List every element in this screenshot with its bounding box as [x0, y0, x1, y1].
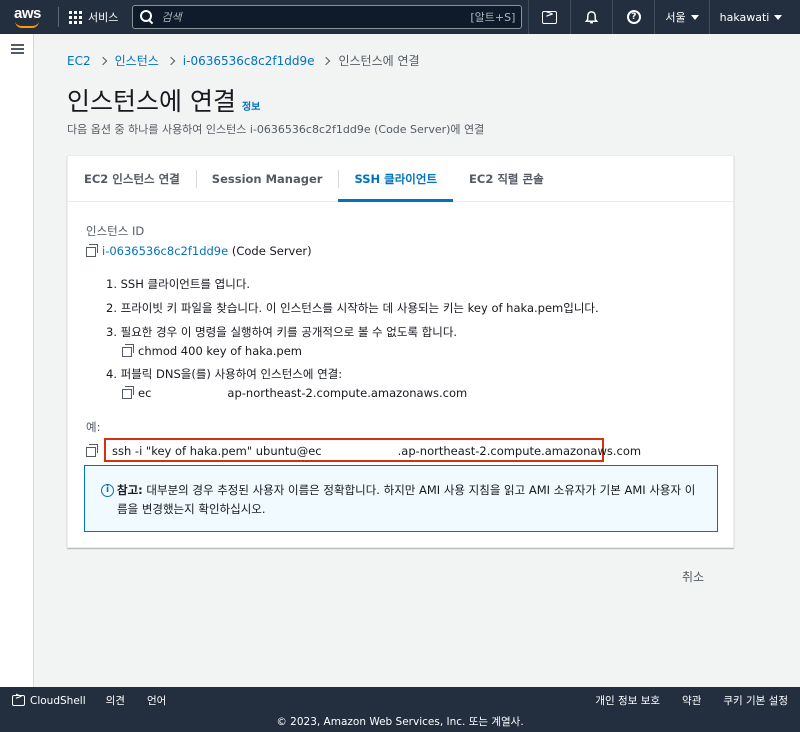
- chevron-right-icon: [322, 56, 331, 65]
- bell-icon: [585, 10, 599, 23]
- step-3: 3. 필요한 경우 이 명령을 실행하여 키를 공개적으로 볼 수 없도록 합니…: [106, 324, 717, 358]
- ssh-command-suffix: .ap-northeast-2.compute.amazonaws.com: [397, 444, 642, 458]
- connect-tabs: EC2 인스턴스 연결 Session Manager SSH 클라이언트 EC…: [68, 156, 733, 202]
- instructions-list: 1. SSH 클라이언트를 엽니다. 2. 프라이빗 키 파일을 찾습니다. 이…: [106, 276, 717, 400]
- hamburger-menu-icon[interactable]: [11, 44, 24, 54]
- chmod-command: chmod 400 key of haka.pem: [122, 344, 717, 358]
- cloudshell-icon: [12, 692, 25, 706]
- instance-name: (Code Server): [231, 244, 312, 258]
- search-box[interactable]: [알트+S]: [132, 5, 523, 29]
- footer-language-link[interactable]: 언어: [147, 693, 166, 708]
- ssh-client-content: 인스턴스 ID i-0636536c8c2f1dd9e (Code Server…: [86, 223, 717, 408]
- breadcrumb-instance-id[interactable]: i-0636536c8c2f1dd9e: [183, 54, 315, 68]
- page-title: 인스턴스에 연결 정보: [67, 82, 260, 118]
- nav-divider: [58, 7, 59, 27]
- copy-icon[interactable]: [86, 244, 98, 257]
- alert-text: 대부분의 경우 추정된 사용자 이름은 정확합니다. 하지만 AMI 사용 지침…: [117, 483, 696, 516]
- notifications-button[interactable]: [570, 0, 612, 34]
- footer-copyright: © 2023, Amazon Web Services, Inc. 또는 계열사…: [276, 716, 524, 728]
- aws-smile-icon: [15, 21, 39, 28]
- tab-session-manager[interactable]: Session Manager: [195, 156, 339, 201]
- page-title-text: 인스턴스에 연결: [67, 87, 236, 116]
- info-icon: i: [101, 484, 114, 497]
- grid-icon: [69, 10, 82, 24]
- search-shortcut: [알트+S]: [470, 11, 516, 24]
- chevron-right-icon: [166, 56, 176, 65]
- cloudshell-icon: [542, 9, 558, 24]
- ssh-command-row: ssh -i "key of haka.pem" ubuntu@ec .ap-no…: [86, 438, 641, 462]
- region-selector[interactable]: 서울: [654, 0, 708, 34]
- copy-icon[interactable]: [122, 344, 134, 357]
- footer-terms-link[interactable]: 약관: [682, 693, 701, 708]
- footer-privacy-link[interactable]: 개인 정보 보호: [595, 693, 660, 708]
- help-button[interactable]: ?: [612, 0, 654, 34]
- footer-right-links: 개인 정보 보호 약관 쿠키 기본 설정: [595, 693, 788, 708]
- public-dns: ec ap-northeast-2.compute.amazonaws.com: [122, 386, 717, 400]
- aws-logo-text: aws: [14, 5, 41, 22]
- caret-down-icon: [774, 14, 783, 20]
- footer-cookies-link[interactable]: 쿠키 기본 설정: [723, 693, 788, 708]
- account-name: hakawati: [719, 10, 770, 24]
- caret-down-icon: [690, 14, 699, 20]
- step-2: 2. 프라이빗 키 파일을 찾습니다. 이 인스턴스를 시작하는 데 사용되는 …: [106, 301, 599, 315]
- chevron-right-icon: [98, 56, 107, 65]
- aws-logo[interactable]: aws: [12, 3, 54, 31]
- chmod-command-text: chmod 400 key of haka.pem: [138, 344, 303, 358]
- instance-id-row: i-0636536c8c2f1dd9e (Code Server): [86, 244, 717, 258]
- step-4: 4. 퍼블릭 DNS을(를) 사용하여 인스턴스에 연결: ec ap-north…: [106, 366, 717, 400]
- breadcrumb-current: 인스턴스에 연결: [338, 54, 420, 68]
- copy-icon[interactable]: [122, 386, 134, 399]
- info-alert: i 참고: 대부분의 경우 추정된 사용자 이름은 정확합니다. 하지만 AMI…: [84, 465, 718, 532]
- breadcrumb-instances[interactable]: 인스턴스: [115, 52, 159, 69]
- account-menu[interactable]: hakawati: [708, 0, 793, 34]
- footer: CloudShell 의견 언어 개인 정보 보호 약관 쿠키 기본 설정 © …: [0, 687, 800, 732]
- footer-cloudshell-label: CloudShell: [30, 694, 86, 707]
- search-input[interactable]: [161, 10, 471, 24]
- cancel-button[interactable]: 취소: [682, 568, 704, 585]
- services-menu-button[interactable]: 서비스: [63, 9, 128, 25]
- footer-feedback-link[interactable]: 의견: [106, 693, 125, 708]
- copy-icon[interactable]: [86, 444, 98, 457]
- public-dns-suffix: ap-northeast-2.compute.amazonaws.com: [227, 386, 468, 400]
- example-label: 예:: [86, 420, 101, 434]
- footer-links: CloudShell 의견 언어 개인 정보 보호 약관 쿠키 기본 설정: [12, 692, 788, 708]
- step-4-text: 4. 퍼블릭 DNS을(를) 사용하여 인스턴스에 연결:: [106, 367, 343, 381]
- help-icon: ?: [626, 10, 641, 24]
- region-label: 서울: [665, 11, 686, 24]
- instance-id-label: 인스턴스 ID: [86, 224, 145, 238]
- step-1: 1. SSH 클라이언트를 엽니다.: [106, 277, 251, 291]
- top-navigation: aws 서비스 [알트+S] ? 서울 hakawati: [0, 0, 800, 34]
- connect-panel: EC2 인스턴스 연결 Session Manager SSH 클라이언트 EC…: [67, 155, 734, 548]
- ssh-command-prefix: ssh -i "key of haka.pem" ubuntu@ec: [112, 444, 322, 458]
- alert-bold-label: 참고:: [117, 483, 143, 497]
- step-3-text: 3. 필요한 경우 이 명령을 실행하여 키를 공개적으로 볼 수 없도록 합니…: [106, 325, 458, 339]
- info-link[interactable]: 정보: [242, 98, 260, 113]
- breadcrumb: EC2 인스턴스 i-0636536c8c2f1dd9e 인스턴스에 연결: [67, 52, 420, 69]
- instance-id-link[interactable]: i-0636536c8c2f1dd9e: [102, 244, 228, 258]
- tab-ec2-instance-connect[interactable]: EC2 인스턴스 연결: [84, 156, 196, 201]
- services-label: 서비스: [88, 11, 119, 24]
- public-dns-prefix: ec: [138, 386, 152, 400]
- ssh-command-box[interactable]: ssh -i "key of haka.pem" ubuntu@ec .ap-no…: [104, 438, 641, 462]
- side-navigation-strip: [0, 34, 34, 687]
- search-icon: [139, 9, 155, 25]
- cloudshell-button[interactable]: [528, 0, 570, 34]
- footer-cloudshell-button[interactable]: CloudShell: [12, 692, 86, 707]
- page-subtitle: 다음 옵션 중 하나를 사용하여 인스턴스 i-0636536c8c2f1dd9…: [67, 123, 485, 136]
- tab-ec2-serial-console[interactable]: EC2 직렬 콘솔: [453, 156, 560, 201]
- tab-ssh-client[interactable]: SSH 클라이언트: [338, 156, 453, 202]
- breadcrumb-ec2[interactable]: EC2: [67, 54, 91, 68]
